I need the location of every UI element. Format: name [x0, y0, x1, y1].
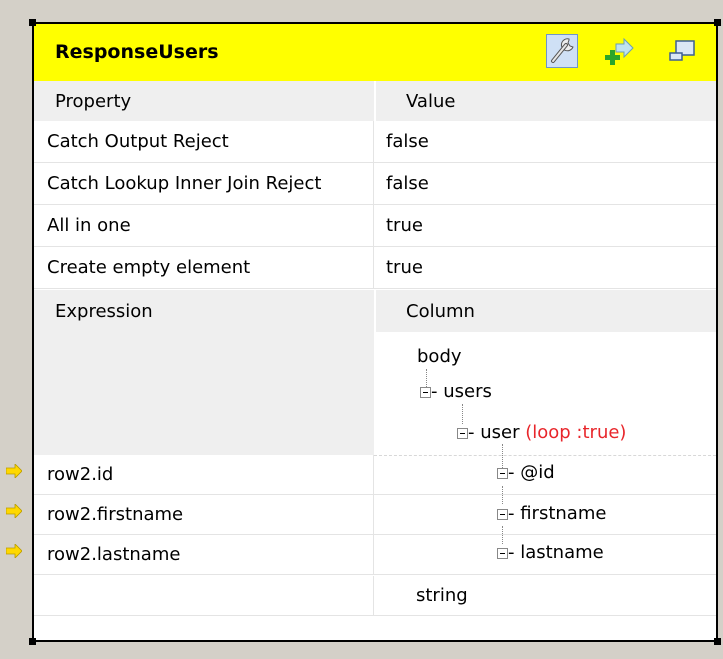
- property-header-row: Property Value: [34, 81, 716, 121]
- column-column-header: Column: [374, 290, 716, 332]
- tree-node-lastname[interactable]: - lastname: [497, 542, 604, 563]
- tree-node-body[interactable]: body: [417, 346, 462, 367]
- wrench-icon[interactable]: [546, 34, 578, 68]
- property-name: Catch Output Reject: [34, 121, 374, 162]
- tree-node-label: firstname: [520, 503, 607, 524]
- collapse-icon[interactable]: [497, 467, 508, 479]
- expression-cell[interactable]: row2.id: [34, 455, 374, 494]
- panel-title: ResponseUsers: [55, 41, 219, 63]
- minimize-icon[interactable]: [667, 34, 699, 68]
- tree-node-id[interactable]: - @id: [497, 462, 555, 483]
- resize-handle[interactable]: [29, 19, 36, 26]
- property-value[interactable]: false: [374, 121, 716, 162]
- mapping-row[interactable]: string: [34, 576, 716, 616]
- collapse-icon[interactable]: [497, 547, 508, 559]
- property-row[interactable]: Create empty element true: [34, 247, 716, 289]
- tree-node-label: lastname: [520, 542, 604, 563]
- tree-node-label: users: [443, 381, 492, 402]
- tree-node-label: @id: [520, 462, 555, 483]
- property-name: Catch Lookup Inner Join Reject: [34, 163, 374, 204]
- property-row[interactable]: All in one true: [34, 205, 716, 247]
- expression-cell[interactable]: row2.firstname: [34, 495, 374, 534]
- expression-cell[interactable]: row2.lastname: [34, 535, 374, 574]
- property-row[interactable]: Catch Output Reject false: [34, 121, 716, 163]
- tree-node-firstname[interactable]: - firstname: [497, 503, 606, 524]
- value-column-header: Value: [374, 81, 716, 121]
- panel-titlebar: ResponseUsers: [34, 24, 716, 81]
- mapping-row[interactable]: row2.lastname: [34, 535, 716, 575]
- property-value[interactable]: true: [374, 205, 716, 246]
- tree-connector: [502, 486, 503, 504]
- tree-connector: [462, 404, 463, 424]
- resize-handle[interactable]: [714, 638, 721, 645]
- resize-handle[interactable]: [714, 19, 721, 26]
- tree-node-user[interactable]: - user (loop :true): [457, 422, 626, 443]
- mapping-row[interactable]: row2.firstname: [34, 495, 716, 535]
- collapse-icon[interactable]: [497, 508, 508, 520]
- link-arrow-icon: [6, 544, 22, 558]
- tree-node-users[interactable]: - users: [420, 381, 492, 402]
- loop-badge: (loop :true): [525, 422, 627, 443]
- link-arrow-icon: [6, 504, 22, 518]
- collapse-icon[interactable]: [457, 427, 468, 439]
- expression-blank-area: [34, 332, 374, 455]
- tree-node-label: user: [480, 422, 520, 443]
- expression-column-header: Expression: [55, 300, 153, 322]
- link-arrow-icon: [6, 464, 22, 478]
- expression-cell-empty[interactable]: [34, 576, 374, 615]
- resize-handle[interactable]: [29, 638, 36, 645]
- property-row[interactable]: Catch Lookup Inner Join Reject false: [34, 163, 716, 205]
- mapping-row[interactable]: row2.id: [34, 455, 716, 495]
- column-type-cell[interactable]: string: [374, 576, 716, 615]
- property-name: Create empty element: [34, 247, 374, 288]
- add-output-icon[interactable]: [604, 34, 636, 68]
- property-column-header: Property: [55, 90, 132, 112]
- property-value[interactable]: false: [374, 163, 716, 204]
- response-users-panel: ResponseUsers Property Value Catch Outpu…: [29, 19, 721, 645]
- property-name: All in one: [34, 205, 374, 246]
- collapse-icon[interactable]: [420, 386, 431, 398]
- mapping-header-row: Expression Column: [34, 290, 716, 332]
- property-value[interactable]: true: [374, 247, 716, 288]
